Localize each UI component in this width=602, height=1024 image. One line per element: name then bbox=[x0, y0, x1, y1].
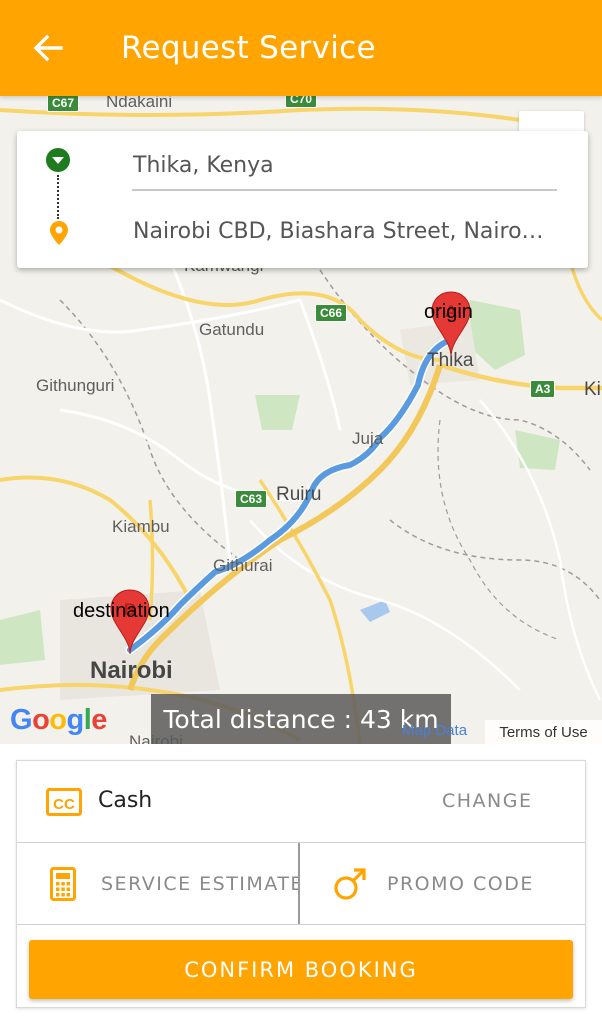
male-symbol-icon bbox=[334, 867, 366, 900]
map-place-ndakaini: Ndakaini bbox=[106, 96, 173, 111]
map-place-githurai: Githurai bbox=[213, 556, 273, 575]
service-estimate-label: SERVICE ESTIMATE bbox=[101, 872, 298, 895]
road-shield-a3: A3 bbox=[530, 380, 556, 398]
destination-marker-label: destination bbox=[73, 600, 170, 622]
map-place-kiambu: Kiambu bbox=[112, 517, 170, 536]
back-button[interactable] bbox=[26, 28, 70, 68]
payment-method-label: Cash bbox=[98, 788, 153, 813]
credit-card-icon: CC bbox=[46, 788, 82, 816]
map-place-nairobi: Nairobi bbox=[90, 657, 173, 684]
promo-code-label: PROMO CODE bbox=[387, 872, 534, 895]
booking-panel: CC Cash CHANGE SERVICE ESTIMATE PROMO CO… bbox=[0, 744, 602, 1024]
destination-location-icon bbox=[50, 221, 68, 245]
google-logo: Google bbox=[10, 704, 107, 736]
location-card: Thika, Kenya Nairobi CBD, Biashara Stree… bbox=[17, 131, 588, 268]
destination-input[interactable]: Nairobi CBD, Biashara Street, Nairobi,..… bbox=[132, 206, 557, 256]
payment-box: CC Cash CHANGE SERVICE ESTIMATE PROMO CO… bbox=[16, 760, 586, 1008]
origin-marker-label: origin bbox=[424, 301, 473, 323]
terms-of-use-link[interactable]: Terms of Use bbox=[485, 720, 602, 744]
road-shield-c70: C70 bbox=[285, 96, 318, 108]
promo-code-button[interactable]: PROMO CODE bbox=[302, 843, 585, 924]
road-shield-c63: C63 bbox=[235, 490, 268, 508]
map-place-ruiru: Ruiru bbox=[276, 484, 322, 505]
calculator-icon bbox=[50, 866, 76, 901]
map-place-gatundu: Gatundu bbox=[199, 320, 265, 339]
request-service-screen: Request Service Ndakaini Gatundu Githung… bbox=[0, 0, 602, 1024]
origin-dropdown-icon bbox=[46, 148, 70, 172]
page-title: Request Service bbox=[121, 30, 376, 66]
origin-input[interactable]: Thika, Kenya bbox=[132, 141, 557, 191]
map-data-link[interactable]: Map Data bbox=[402, 722, 467, 739]
confirm-booking-button[interactable]: CONFIRM BOOKING bbox=[29, 940, 573, 999]
map-place-githunguri: Githunguri bbox=[36, 376, 115, 395]
road-shield-c67: C67 bbox=[47, 96, 80, 112]
road-shield-c66: C66 bbox=[315, 304, 348, 322]
options-row: SERVICE ESTIMATE PROMO CODE bbox=[17, 843, 585, 925]
map-place-juja: Juja bbox=[352, 429, 384, 448]
route-connector-line bbox=[57, 175, 59, 219]
app-bar: Request Service bbox=[0, 0, 602, 96]
arrow-left-icon bbox=[33, 34, 63, 62]
svg-text:CC: CC bbox=[53, 796, 75, 813]
destination-input-text: Nairobi CBD, Biashara Street, Nairobi,..… bbox=[133, 218, 557, 244]
origin-input-text: Thika, Kenya bbox=[133, 152, 274, 178]
service-estimate-button[interactable]: SERVICE ESTIMATE bbox=[17, 843, 300, 924]
change-payment-button[interactable]: CHANGE bbox=[442, 790, 533, 812]
payment-method-row[interactable]: CC Cash CHANGE bbox=[17, 761, 585, 843]
map-place-ki: Ki bbox=[584, 379, 601, 400]
